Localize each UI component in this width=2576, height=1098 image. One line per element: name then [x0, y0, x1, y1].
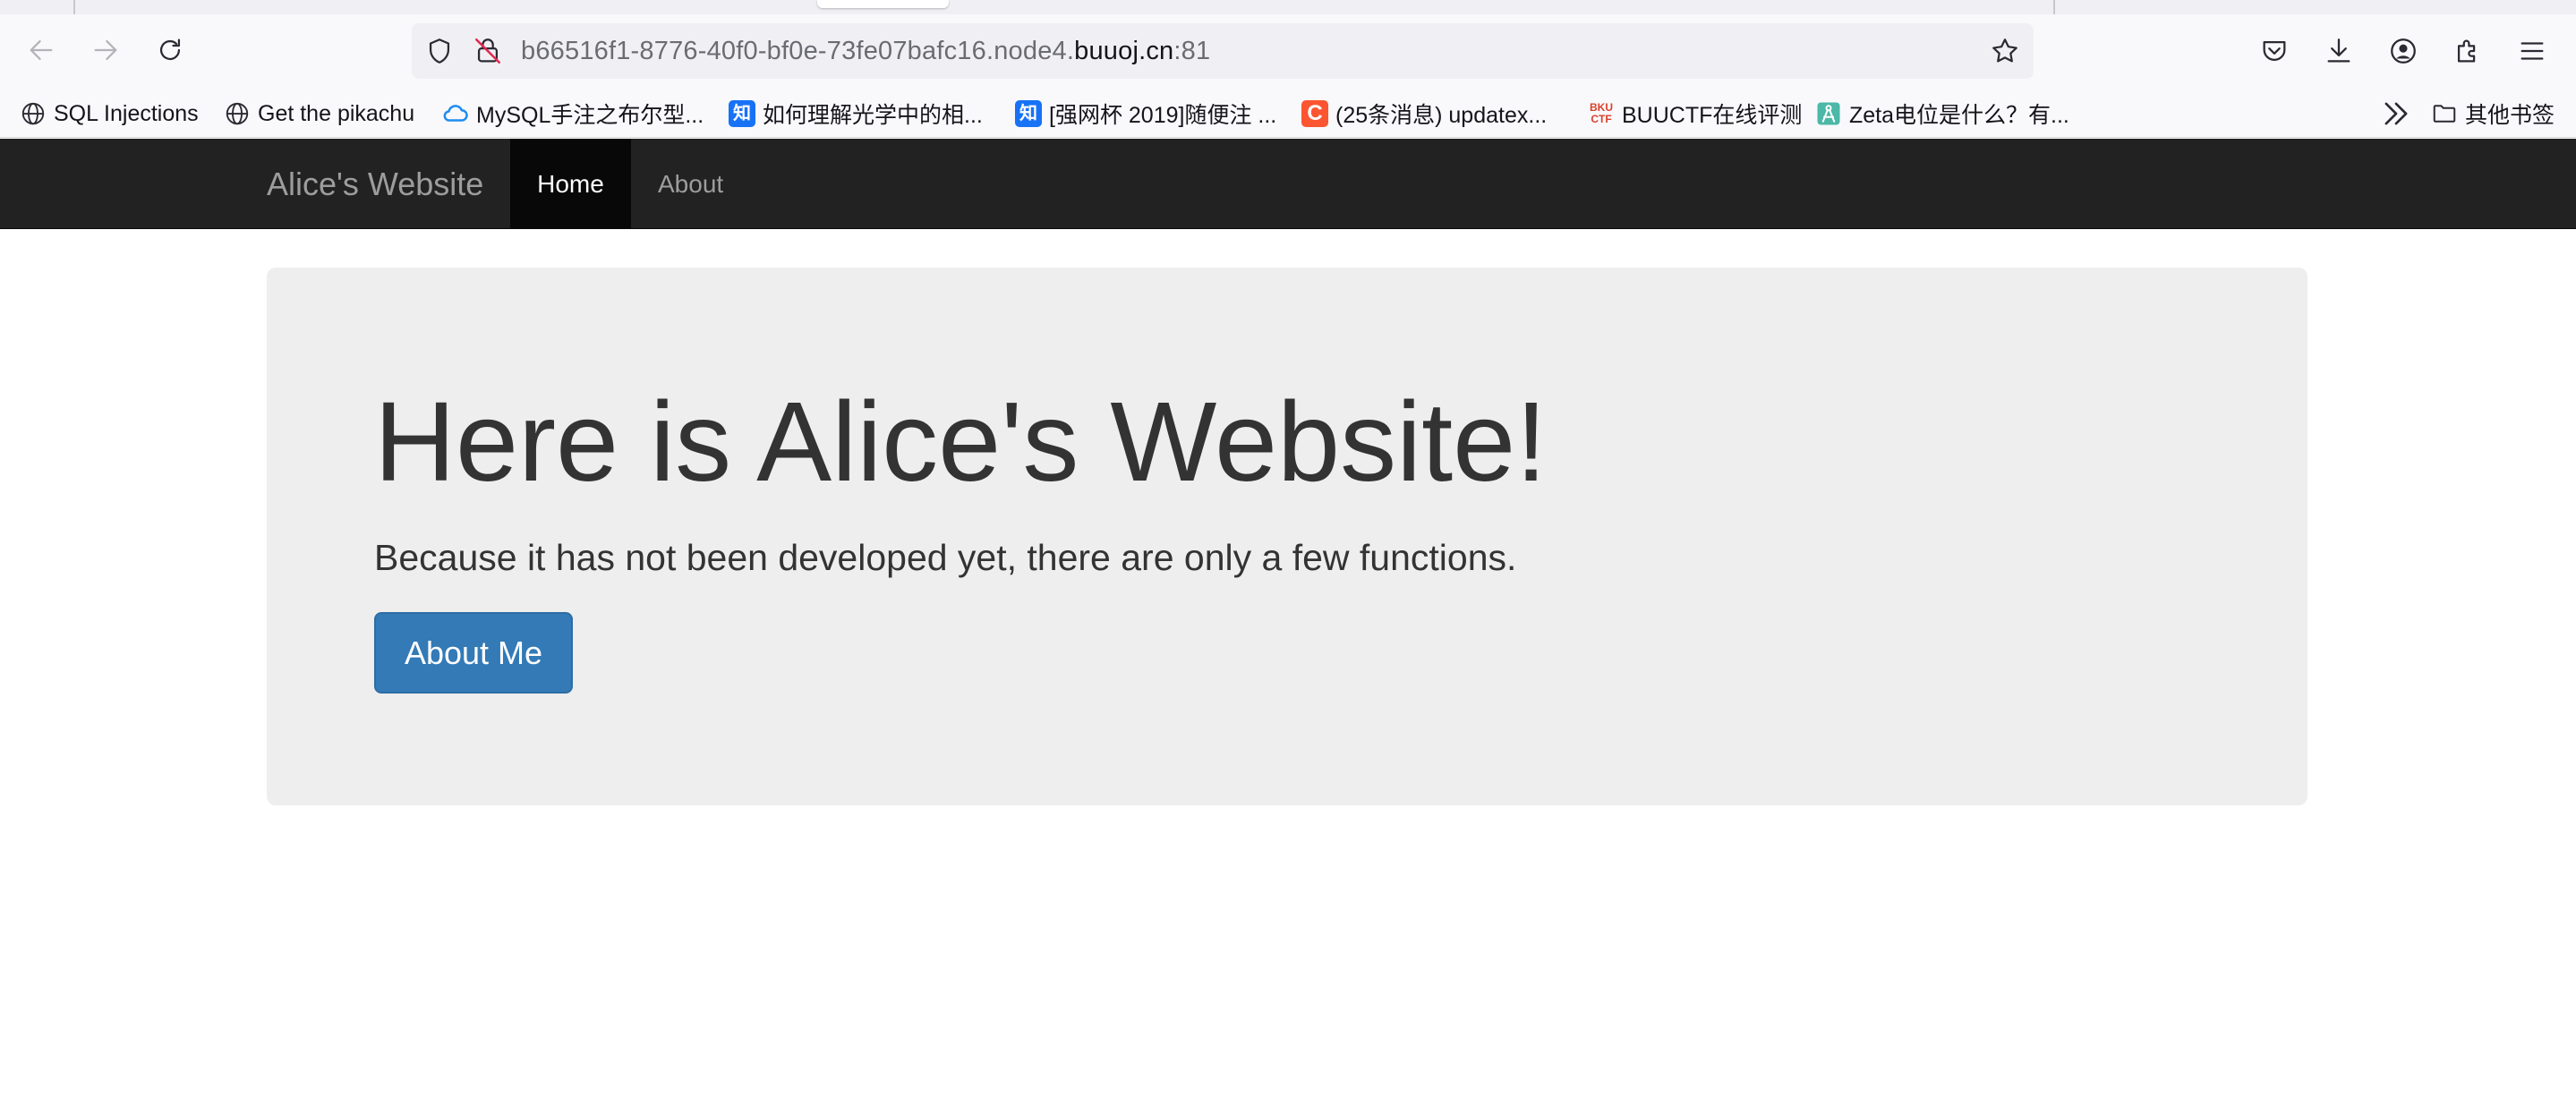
back-button[interactable]	[16, 25, 66, 75]
url-suffix: :81	[1173, 37, 1211, 65]
arrow-right-icon	[94, 39, 117, 61]
hamburger-menu-icon	[2521, 42, 2544, 60]
nav-about[interactable]: About	[631, 139, 750, 229]
other-bookmarks-label: 其他书签	[2465, 103, 2555, 128]
globe-icon	[20, 100, 47, 127]
account-button[interactable]	[2386, 34, 2420, 68]
url-text[interactable]: b66516f1-8776-40f0-bf0e-73fe07bafc16.nod…	[521, 37, 1210, 66]
chevron-double-right-icon[interactable]	[2379, 97, 2413, 131]
bookmark-label: 如何理解光学中的相...	[763, 103, 983, 128]
zhihu-icon: 知	[1015, 100, 1042, 127]
other-bookmarks-button[interactable]: 其他书签	[2431, 97, 2555, 131]
forward-button[interactable]	[81, 25, 131, 75]
bookmark-csdn[interactable]: C (25条消息) updatex...	[1301, 97, 1547, 131]
folder-icon	[2433, 105, 2456, 123]
address-bar[interactable]: b66516f1-8776-40f0-bf0e-73fe07bafc16.nod…	[412, 23, 2034, 79]
browser-toolbar: b66516f1-8776-40f0-bf0e-73fe07bafc16.nod…	[0, 14, 2576, 89]
pocket-icon	[2263, 40, 2286, 61]
bookmark-label: SQL Injections	[54, 100, 199, 126]
download-icon	[2327, 38, 2350, 63]
page-subtitle: Because it has not been developed yet, t…	[374, 537, 1517, 578]
site-navbar: Alice's Website Home About	[0, 139, 2576, 229]
extensions-icon	[2457, 39, 2476, 63]
bookmark-buuctf[interactable]: BKU CTF BUUCTF在线评测	[1588, 97, 1802, 131]
bookmark-pikachu[interactable]: Get the pikachu	[224, 97, 414, 131]
bookmark-label: [强网杯 2019]随便注 ...	[1049, 103, 1277, 128]
about-me-button[interactable]: About Me	[374, 612, 573, 694]
bookmark-qwb[interactable]: 知 [强网杯 2019]随便注 ...	[1015, 97, 1276, 131]
insecure-lock-icon[interactable]	[473, 36, 503, 66]
reload-button[interactable]	[145, 25, 195, 75]
bookmark-zeta[interactable]: Zeta电位是什么？有...	[1815, 97, 2069, 131]
compass-icon	[1815, 100, 1842, 127]
nav-home[interactable]: Home	[510, 139, 631, 229]
downloads-button[interactable]	[2322, 34, 2356, 68]
site-brand[interactable]: Alice's Website	[267, 139, 483, 229]
cloud-icon	[442, 100, 469, 127]
tab-separator	[2053, 0, 2055, 14]
bookmark-label: (25条消息) updatex...	[1335, 103, 1548, 128]
buuctf-icon: BKU CTF	[1590, 101, 1613, 125]
bookmark-label: BUUCTF在线评测	[1622, 103, 1803, 128]
bookmark-zhihu-optics[interactable]: 知 如何理解光学中的相...	[729, 97, 983, 131]
bookmark-label: MySQL手注之布尔型...	[476, 103, 704, 128]
globe-icon	[224, 100, 251, 127]
bookmark-label: Zeta电位是什么？有...	[1849, 103, 2069, 128]
account-icon	[2391, 38, 2416, 64]
reload-icon	[159, 38, 181, 61]
tab-separator	[73, 0, 75, 14]
app-menu-button[interactable]	[2515, 34, 2549, 68]
pocket-button[interactable]	[2257, 34, 2291, 68]
url-domain: buuoj.cn	[1074, 37, 1174, 65]
bookmark-sql-injections[interactable]: SQL Injections	[20, 97, 199, 131]
extensions-button[interactable]	[2451, 34, 2485, 68]
bookmark-mysql[interactable]: MySQL手注之布尔型...	[442, 97, 704, 131]
star-icon[interactable]	[1989, 35, 2021, 67]
active-tab[interactable]	[817, 0, 949, 8]
csdn-icon: C	[1301, 100, 1328, 127]
zhihu-icon: 知	[729, 100, 755, 127]
page-title: Here is Alice's Website!	[374, 379, 1548, 505]
jumbotron: Here is Alice's Website! Because it has …	[267, 268, 2307, 805]
bookmarks-toolbar: SQL Injections Get the pikachu MySQL手注之布…	[0, 89, 2576, 138]
bookmark-label: Get the pikachu	[258, 100, 415, 126]
tab-strip	[0, 0, 2576, 14]
arrow-left-icon	[30, 39, 53, 61]
url-prefix: b66516f1-8776-40f0-bf0e-73fe07bafc16.nod…	[521, 37, 1075, 65]
shield-icon[interactable]	[424, 36, 455, 66]
